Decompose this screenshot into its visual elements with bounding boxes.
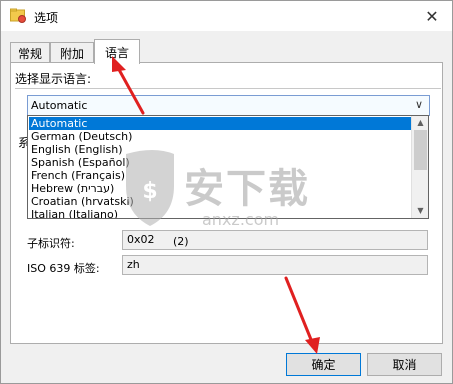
chevron-down-icon: ∨ bbox=[414, 98, 423, 111]
window-title: 选项 bbox=[34, 11, 59, 25]
language-combobox[interactable]: Automatic ∨ bbox=[27, 95, 430, 116]
divider bbox=[15, 88, 441, 89]
folder-settings-icon bbox=[10, 8, 26, 23]
iso-label: ISO 639 标签: bbox=[27, 262, 100, 275]
iso-field: zh bbox=[122, 255, 428, 275]
scroll-up-icon[interactable]: ▲ bbox=[412, 116, 428, 130]
tab-label: 附加 bbox=[59, 46, 84, 61]
language-dropdown-list[interactable]: Automatic German (Deutsch) English (Engl… bbox=[27, 115, 429, 219]
list-item[interactable]: Spanish (Español) bbox=[29, 156, 413, 169]
tab-language[interactable]: 语言 bbox=[94, 39, 140, 64]
display-language-label: 选择显示语言: bbox=[15, 72, 92, 86]
scroll-down-icon[interactable]: ▼ bbox=[412, 204, 428, 218]
list-item[interactable]: French (Français) bbox=[29, 169, 413, 182]
sublang-field: 0x02 bbox=[122, 230, 428, 250]
list-item[interactable]: Automatic bbox=[29, 117, 413, 130]
vertical-scrollbar[interactable]: ▲ ▼ bbox=[411, 116, 428, 218]
sublang-value: 0x02 bbox=[127, 233, 155, 246]
ok-button[interactable]: 确定 bbox=[286, 353, 361, 376]
ok-label: 确定 bbox=[311, 358, 336, 372]
options-dialog: 选项 ✕ 常规 附加 语言 选择显示语言: Automatic ∨ 系 Auto… bbox=[0, 0, 453, 384]
list-item[interactable]: German (Deutsch) bbox=[29, 130, 413, 143]
sublang-extra: (2) bbox=[173, 235, 189, 248]
cancel-button[interactable]: 取消 bbox=[367, 353, 442, 376]
scroll-thumb[interactable] bbox=[414, 130, 427, 170]
combo-value: Automatic bbox=[31, 99, 88, 112]
sublang-label: 子标识符: bbox=[27, 237, 75, 250]
tab-additional[interactable]: 附加 bbox=[50, 42, 94, 63]
tab-label: 常规 bbox=[17, 46, 42, 61]
title-bar: 选项 ✕ bbox=[1, 1, 452, 31]
tab-label: 语言 bbox=[104, 45, 129, 60]
close-button[interactable]: ✕ bbox=[412, 1, 452, 31]
close-icon: ✕ bbox=[425, 6, 439, 26]
cancel-label: 取消 bbox=[392, 358, 417, 372]
tab-general[interactable]: 常规 bbox=[10, 42, 50, 63]
iso-value: zh bbox=[127, 258, 140, 271]
list-item[interactable]: Hebrew (עברית) bbox=[29, 182, 413, 195]
list-item[interactable]: Croatian (hrvatski) bbox=[29, 195, 413, 208]
list-item[interactable]: Italian (Italiano) bbox=[29, 208, 413, 218]
list-item[interactable]: English (English) bbox=[29, 143, 413, 156]
